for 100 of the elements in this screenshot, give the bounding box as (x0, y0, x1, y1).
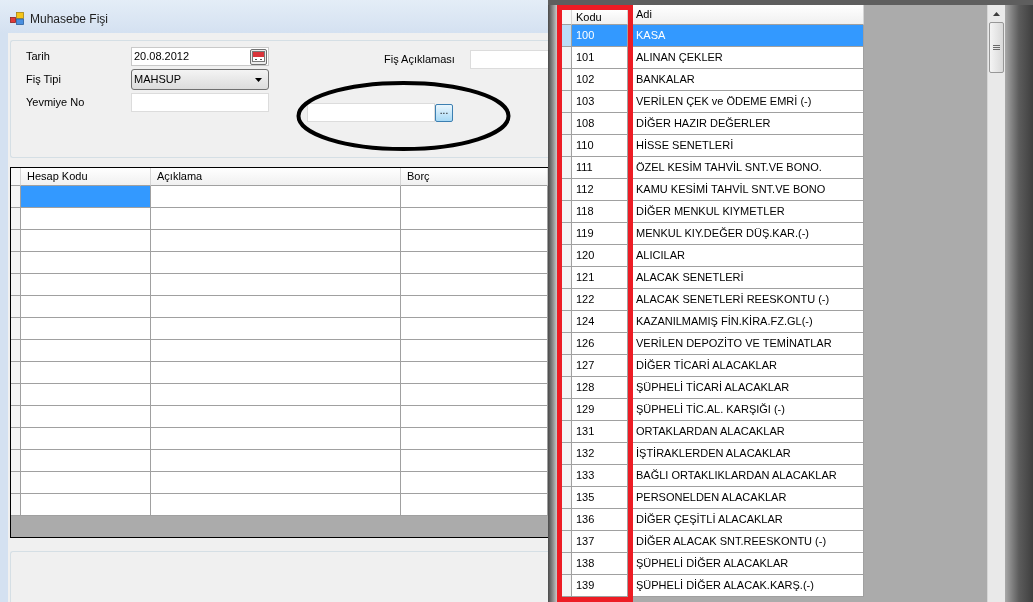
table-cell[interactable]: DİĞER ÇEŞİTLİ ALACAKLAR (633, 509, 864, 531)
table-cell[interactable]: 121 (572, 267, 628, 289)
grid-cell[interactable] (401, 208, 548, 230)
grid-cell[interactable] (21, 208, 151, 230)
table-cell[interactable]: DİĞER HAZIR DEĞERLER (633, 113, 864, 135)
grid-cell[interactable] (401, 428, 548, 450)
table-cell[interactable]: 128 (572, 377, 628, 399)
scrollbar[interactable] (987, 5, 1005, 602)
grid-cell[interactable] (21, 186, 151, 208)
table-cell[interactable]: 133 (572, 465, 628, 487)
grid-cell[interactable] (401, 362, 548, 384)
table-cell[interactable]: DİĞER TİCARİ ALACAKLAR (633, 355, 864, 377)
table-cell[interactable]: KAMU KESİMİ TAHVİL SNT.VE BONO (633, 179, 864, 201)
table-cell[interactable]: 136 (572, 509, 628, 531)
grid-cell[interactable] (21, 318, 151, 340)
date-field[interactable]: 20.08.2012 (131, 47, 269, 66)
calendar-button[interactable] (250, 48, 267, 65)
grid-cell[interactable] (401, 384, 548, 406)
table-cell[interactable]: 139 (572, 575, 628, 597)
table-cell[interactable]: 111 (572, 157, 628, 179)
grid-cell[interactable] (21, 296, 151, 318)
grid-cell[interactable] (21, 450, 151, 472)
table-cell[interactable]: 120 (572, 245, 628, 267)
grid-cell[interactable] (401, 450, 548, 472)
table-cell[interactable]: ŞÜPHELİ TİCARİ ALACAKLAR (633, 377, 864, 399)
table-cell[interactable]: ALICILAR (633, 245, 864, 267)
grid-cell[interactable] (401, 340, 548, 362)
table-cell[interactable]: 137 (572, 531, 628, 553)
grid-cell[interactable] (21, 494, 151, 516)
table-cell[interactable]: ORTAKLARDAN ALACAKLAR (633, 421, 864, 443)
table-cell[interactable]: 119 (572, 223, 628, 245)
grid-cell[interactable] (401, 472, 548, 494)
grid-cell[interactable] (401, 318, 548, 340)
grid-cell[interactable] (151, 230, 401, 252)
table-cell[interactable]: 124 (572, 311, 628, 333)
column-header[interactable]: Hesap Kodu (21, 168, 151, 186)
grid-cell[interactable] (151, 252, 401, 274)
table-cell[interactable]: 118 (572, 201, 628, 223)
table-cell[interactable]: ALACAK SENETLERİ REESKONTU (-) (633, 289, 864, 311)
table-cell[interactable]: ŞÜPHELİ DİĞER ALACAKLAR (633, 553, 864, 575)
table-cell[interactable]: İŞTİRAKLERDEN ALACAKLAR (633, 443, 864, 465)
grid-cell[interactable] (401, 406, 548, 428)
grid-cell[interactable] (151, 318, 401, 340)
table-cell[interactable]: 132 (572, 443, 628, 465)
grid-cell[interactable] (21, 472, 151, 494)
table-cell[interactable]: HİSSE SENETLERİ (633, 135, 864, 157)
grid-cell[interactable] (151, 340, 401, 362)
grid-cell[interactable] (21, 340, 151, 362)
dropdown[interactable]: MAHSUP (131, 69, 269, 90)
column-header[interactable]: Açıklama (151, 168, 401, 186)
grid-cell[interactable] (151, 186, 401, 208)
table-cell[interactable]: VERİLEN DEPOZİTO VE TEMİNATLAR (633, 333, 864, 355)
input-field[interactable] (470, 50, 548, 69)
input-field[interactable] (307, 103, 435, 122)
grid-cell[interactable] (151, 472, 401, 494)
table-cell[interactable]: BANKALAR (633, 69, 864, 91)
table-cell[interactable]: 131 (572, 421, 628, 443)
grid-cell[interactable] (401, 274, 548, 296)
grid-cell[interactable] (21, 362, 151, 384)
table-cell[interactable]: PERSONELDEN ALACAKLAR (633, 487, 864, 509)
table-cell[interactable]: 127 (572, 355, 628, 377)
grid-cell[interactable] (151, 428, 401, 450)
table-cell[interactable]: ŞÜPHELİ TİC.AL. KARŞIĞI (-) (633, 399, 864, 421)
ellipsis-button[interactable]: ... (435, 103, 453, 122)
table-cell[interactable]: 122 (572, 289, 628, 311)
grid-cell[interactable] (401, 494, 548, 516)
table-cell[interactable]: KAZANILMAMIŞ FİN.KİRA.FZ.GL(-) (633, 311, 864, 333)
table-cell[interactable]: 101 (572, 47, 628, 69)
grid-cell[interactable] (21, 252, 151, 274)
grid-cell[interactable] (151, 384, 401, 406)
input-field[interactable] (131, 93, 269, 112)
grid-cell[interactable] (151, 296, 401, 318)
scrollbar-thumb[interactable] (989, 22, 1004, 73)
grid-cell[interactable] (21, 384, 151, 406)
table-cell[interactable]: 112 (572, 179, 628, 201)
grid-cell[interactable] (151, 362, 401, 384)
grid-cell[interactable] (151, 450, 401, 472)
grid-cell[interactable] (21, 274, 151, 296)
table-cell[interactable]: ALACAK SENETLERİ (633, 267, 864, 289)
grid-cell[interactable] (151, 208, 401, 230)
table-cell[interactable]: ALINAN ÇEKLER (633, 47, 864, 69)
grid-cell[interactable] (401, 230, 548, 252)
table-cell[interactable]: 102 (572, 69, 628, 91)
table-cell[interactable]: DİĞER ALACAK SNT.REESKONTU (-) (633, 531, 864, 553)
grid-cell[interactable] (21, 230, 151, 252)
grid-cell[interactable] (151, 494, 401, 516)
table-cell[interactable]: 103 (572, 91, 628, 113)
grid-cell[interactable] (151, 406, 401, 428)
table-cell[interactable]: 108 (572, 113, 628, 135)
grid-cell[interactable] (401, 186, 548, 208)
table-cell[interactable]: ŞÜPHELİ DİĞER ALACAK.KARŞ.(-) (633, 575, 864, 597)
table-cell[interactable]: 126 (572, 333, 628, 355)
grid-cell[interactable] (401, 252, 548, 274)
table-cell[interactable]: 138 (572, 553, 628, 575)
column-header[interactable]: Kodu (572, 10, 628, 25)
grid-cell[interactable] (151, 274, 401, 296)
grid-cell[interactable] (401, 296, 548, 318)
table-cell[interactable]: DİĞER MENKUL KIYMETLER (633, 201, 864, 223)
column-header[interactable]: Adi (633, 5, 864, 25)
table-cell[interactable]: 110 (572, 135, 628, 157)
